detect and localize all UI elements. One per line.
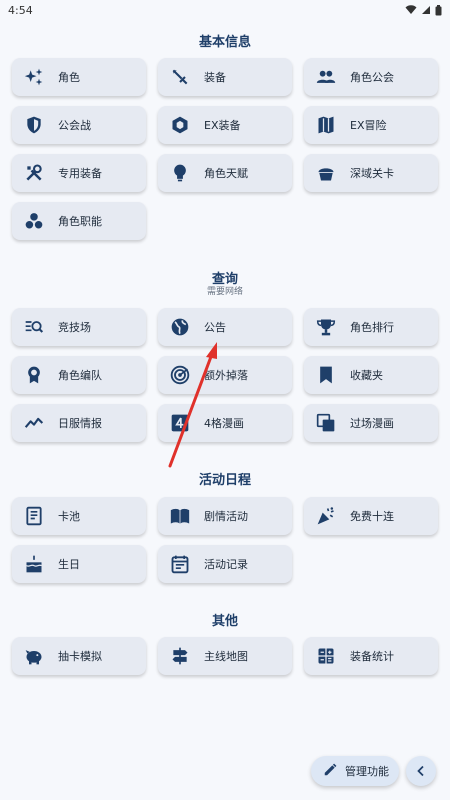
- tile-label: 角色天赋: [204, 167, 248, 180]
- manage-features-button[interactable]: 管理功能: [311, 756, 399, 786]
- calendar-icon: [170, 554, 190, 574]
- tile-label: 过场漫画: [350, 417, 394, 430]
- globe-icon: [170, 317, 190, 337]
- status-icons: [405, 4, 442, 16]
- tile-label: 竞技场: [58, 321, 91, 334]
- tile-4koma-comic[interactable]: 4格漫画: [158, 404, 292, 442]
- tile-character-guild[interactable]: 角色公会: [304, 58, 438, 96]
- tile-label: 抽卡模拟: [58, 650, 102, 663]
- tile-label: 角色排行: [350, 321, 394, 334]
- sword-icon: [170, 67, 190, 87]
- shield-icon: [24, 115, 44, 135]
- sparkle-icon: [24, 67, 44, 87]
- tile-label: 公告: [204, 321, 226, 334]
- tile-label: 角色: [58, 71, 80, 84]
- tile-label: EX装备: [204, 119, 241, 132]
- tile-favorites[interactable]: 收藏夹: [304, 356, 438, 394]
- section-subtitle-query: 需要网络: [206, 287, 243, 297]
- bulb-icon: [170, 163, 190, 183]
- tile-arena[interactable]: 竞技场: [12, 308, 146, 346]
- map-icon: [316, 115, 336, 135]
- edit-icon: [323, 763, 337, 780]
- tile-announcement[interactable]: 公告: [158, 308, 292, 346]
- tile-label: EX冒险: [350, 119, 387, 132]
- tile-equipment[interactable]: 装备: [158, 58, 292, 96]
- tile-label: 生日: [58, 558, 80, 571]
- tile-characters[interactable]: 角色: [12, 58, 146, 96]
- tile-exclusive-equipment[interactable]: 专用装备: [12, 154, 146, 192]
- tile-label: 剧情活动: [204, 510, 248, 523]
- tile-label: 角色职能: [58, 215, 102, 228]
- search-list-icon: [24, 317, 44, 337]
- tile-label: 额外掉落: [204, 369, 248, 382]
- piggy-bank-icon: [24, 646, 44, 666]
- signpost-icon: [170, 646, 190, 666]
- tile-label: 收藏夹: [350, 369, 383, 382]
- tile-equipment-stats[interactable]: 装备统计: [304, 637, 438, 675]
- tile-ex-adventure[interactable]: EX冒险: [304, 106, 438, 144]
- back-button[interactable]: [406, 756, 436, 786]
- tile-label: 日服情报: [58, 417, 102, 430]
- bookmark-icon: [316, 365, 336, 385]
- status-time: 4:54: [8, 3, 33, 17]
- badge-icon: [24, 365, 44, 385]
- radar-icon: [170, 365, 190, 385]
- tile-label: 装备: [204, 71, 226, 84]
- tile-birthday[interactable]: 生日: [12, 545, 146, 583]
- party-icon: [316, 506, 336, 526]
- trophy-icon: [316, 317, 336, 337]
- grid-calc-icon: [316, 646, 336, 666]
- chevron-left-icon: [415, 762, 427, 781]
- tile-label: 卡池: [58, 510, 80, 523]
- tile-character-ranking[interactable]: 角色排行: [304, 308, 438, 346]
- four-box-icon: [170, 413, 190, 433]
- tile-label: 角色编队: [58, 369, 102, 382]
- tile-ex-equipment[interactable]: EX装备: [158, 106, 292, 144]
- receipt-icon: [24, 506, 44, 526]
- tile-label: 活动记录: [204, 558, 248, 571]
- tile-label: 专用装备: [58, 167, 102, 180]
- tile-label: 角色公会: [350, 71, 394, 84]
- tile-label: 深域关卡: [350, 167, 394, 180]
- tile-cutscene-comic[interactable]: 过场漫画: [304, 404, 438, 442]
- trend-icon: [24, 413, 44, 433]
- tools-icon: [24, 163, 44, 183]
- signal-icon: [422, 6, 430, 14]
- tile-label: 主线地图: [204, 650, 248, 663]
- section-title-basic: 基本信息: [198, 35, 251, 50]
- status-bar: 4:54: [0, 0, 450, 20]
- tile-character-talent[interactable]: 角色天赋: [158, 154, 292, 192]
- section-title-event: 活动日程: [198, 473, 251, 488]
- tile-character-role[interactable]: 角色职能: [12, 202, 146, 240]
- battery-icon: [435, 4, 442, 15]
- tile-gacha-pool[interactable]: 卡池: [12, 497, 146, 535]
- manage-features-label: 管理功能: [345, 765, 389, 778]
- tile-gacha-simulator[interactable]: 抽卡模拟: [12, 637, 146, 675]
- tile-team-formation[interactable]: 角色编队: [12, 356, 146, 394]
- birthday-cake-icon: [24, 554, 44, 574]
- circles-icon: [24, 211, 44, 231]
- book-icon: [170, 506, 190, 526]
- group-icon: [316, 67, 336, 87]
- tile-main-map[interactable]: 主线地图: [158, 637, 292, 675]
- tile-label: 装备统计: [350, 650, 394, 663]
- section-title-other: 其他: [211, 614, 238, 629]
- cake-icon: [316, 163, 336, 183]
- box-icon: [170, 115, 190, 135]
- tile-label: 免费十连: [350, 510, 394, 523]
- tile-guild-battle[interactable]: 公会战: [12, 106, 146, 144]
- tile-story-event[interactable]: 剧情活动: [158, 497, 292, 535]
- tile-event-record[interactable]: 活动记录: [158, 545, 292, 583]
- wifi-icon: [405, 5, 417, 14]
- tile-label: 4格漫画: [204, 417, 244, 430]
- tile-label: 公会战: [58, 119, 91, 132]
- layers-icon: [316, 413, 336, 433]
- tile-extra-drop[interactable]: 额外掉落: [158, 356, 292, 394]
- tile-jp-intel[interactable]: 日服情报: [12, 404, 146, 442]
- tile-abyss-stage[interactable]: 深域关卡: [304, 154, 438, 192]
- tile-free-ten-pull[interactable]: 免费十连: [304, 497, 438, 535]
